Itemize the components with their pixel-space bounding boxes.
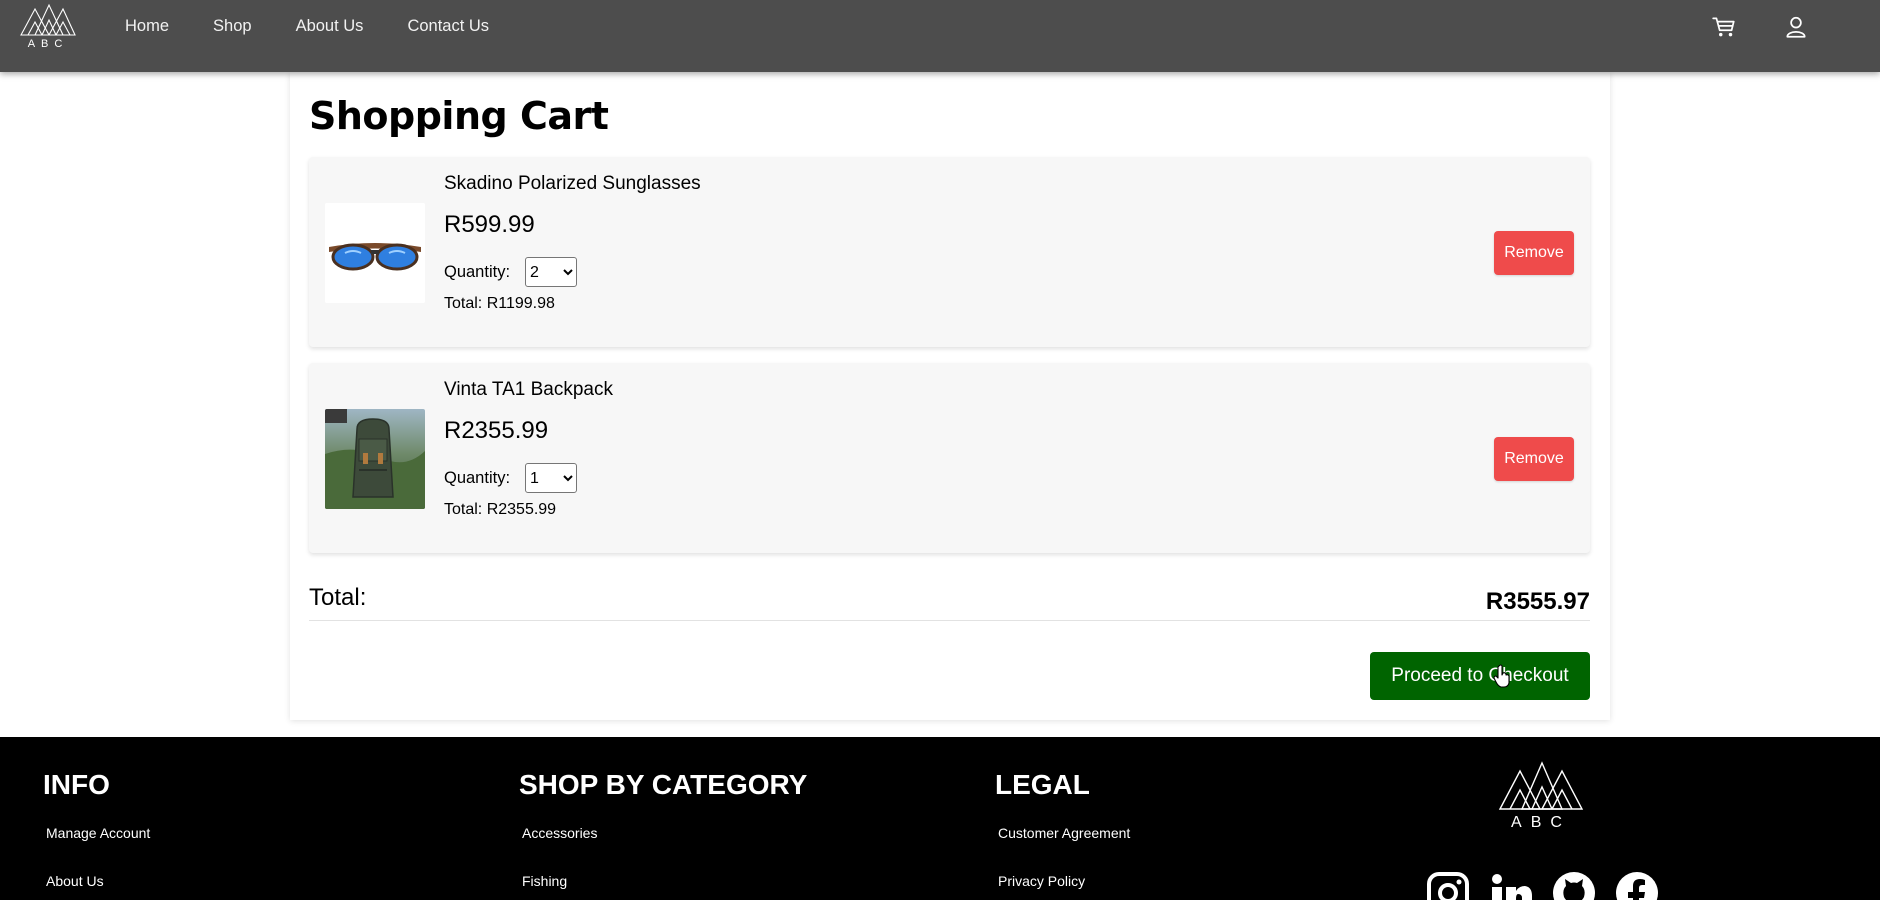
cart-panel: Shopping Cart Skadino Polarized Sunglass… [290, 72, 1610, 720]
cart-item: Skadino Polarized Sunglasses R599.99 Qua… [309, 157, 1590, 347]
nav-home[interactable]: Home [125, 17, 169, 36]
logo-text: ABC [28, 38, 69, 49]
item-name[interactable]: Skadino Polarized Sunglasses [444, 173, 701, 195]
footer-info-heading: INFO [43, 769, 110, 800]
cart-total-value: R3555.97 [1485, 588, 1590, 615]
footer-link-manage-account[interactable]: Manage Account [46, 825, 150, 841]
nav-about-us[interactable]: About Us [296, 17, 364, 36]
footer-link-accessories[interactable]: Accessories [522, 825, 597, 841]
quantity-label: Quantity: [444, 262, 511, 281]
footer-logo-text: ABC [1511, 814, 1571, 831]
sunglasses-illustration [325, 203, 425, 303]
item-price: R599.99 [444, 211, 535, 238]
nav-links: Home Shop About Us Contact Us [125, 0, 533, 52]
abc-logo[interactable]: ABC [19, 3, 77, 49]
page-title: Shopping Cart [309, 94, 609, 138]
item-price: R2355.99 [444, 417, 549, 444]
item-total: Total: R2355.99 [444, 501, 557, 518]
remove-button[interactable]: Remove [1494, 231, 1574, 275]
footer-link-privacy-policy[interactable]: Privacy Policy [998, 873, 1085, 889]
cart-item: Vinta TA1 Backpack R2355.99 Quantity: 1 … [309, 363, 1590, 553]
quantity-row: Quantity: 1 [444, 463, 578, 493]
footer-abc-logo[interactable]: ABC [1496, 759, 1586, 831]
nav-shop[interactable]: Shop [213, 17, 252, 36]
facebook-icon[interactable] [1616, 872, 1658, 900]
footer: INFO Manage Account About Us SHOP BY CAT… [0, 737, 1880, 900]
navbar: ABC Home Shop About Us Contact Us [0, 0, 1880, 72]
quantity-label: Quantity: [444, 468, 511, 487]
nav-contact-us[interactable]: Contact Us [407, 17, 489, 36]
total-divider [309, 620, 1590, 621]
proceed-to-checkout-button[interactable]: Proceed to Checkout [1370, 652, 1590, 700]
footer-link-about-us[interactable]: About Us [46, 873, 104, 889]
footer-category-heading: SHOP BY CATEGORY [519, 769, 808, 800]
quantity-select[interactable]: 2 [525, 257, 578, 287]
quantity-row: Quantity: 2 [444, 257, 578, 287]
sunglasses-image[interactable] [325, 203, 425, 303]
remove-button[interactable]: Remove [1494, 437, 1574, 481]
item-total: Total: R1199.98 [444, 295, 555, 312]
user-icon[interactable] [1783, 14, 1809, 40]
footer-link-customer-agreement[interactable]: Customer Agreement [998, 825, 1130, 841]
item-name[interactable]: Vinta TA1 Backpack [444, 379, 613, 401]
quantity-select[interactable]: 1 [525, 463, 578, 493]
footer-link-fishing[interactable]: Fishing [522, 873, 567, 889]
linkedin-icon[interactable] [1490, 872, 1532, 900]
backpack-image[interactable] [325, 409, 425, 509]
footer-legal-heading: LEGAL [995, 769, 1090, 800]
github-icon[interactable] [1553, 872, 1595, 900]
cart-total-label: Total: [309, 584, 367, 611]
cart-icon[interactable] [1711, 14, 1737, 40]
instagram-icon[interactable] [1427, 872, 1469, 900]
backpack-illustration [325, 409, 425, 509]
